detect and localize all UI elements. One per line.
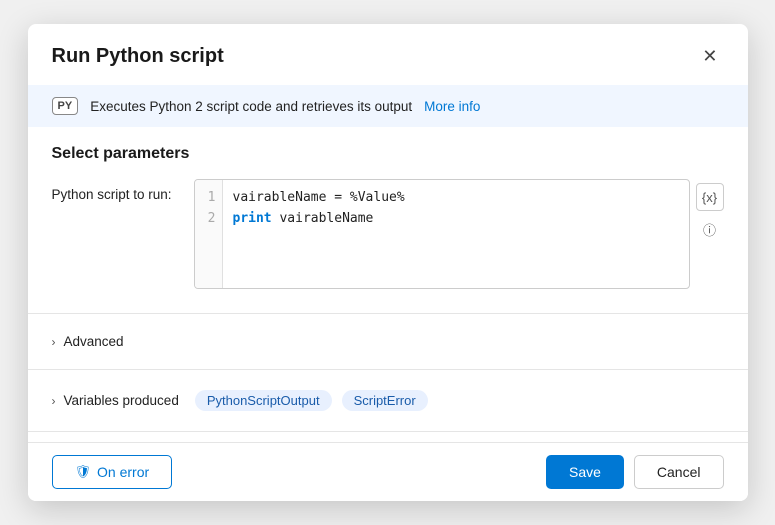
footer-right: Save Cancel: [546, 455, 724, 489]
keyword-print: print: [233, 211, 272, 226]
on-error-label: On error: [97, 464, 149, 480]
divider-1: [28, 313, 748, 314]
var-badge-error[interactable]: ScriptError: [342, 390, 428, 411]
info-banner: PY Executes Python 2 script code and ret…: [28, 85, 748, 127]
editor-wrapper: 1 2 vairableName = %Value% print vairabl…: [194, 179, 724, 289]
var-badge-output[interactable]: PythonScriptOutput: [195, 390, 332, 411]
info-icon-button[interactable]: ⓘ: [696, 215, 724, 243]
dialog-header: Run Python script ✕: [28, 24, 748, 85]
dialog: Run Python script ✕ PY Executes Python 2…: [28, 24, 748, 501]
cancel-button[interactable]: Cancel: [634, 455, 724, 489]
code-content[interactable]: vairableName = %Value% print vairableNam…: [223, 180, 689, 288]
code-lines: 1 2 vairableName = %Value% print vairabl…: [195, 180, 689, 288]
param-label: Python script to run:: [52, 179, 182, 202]
line-numbers: 1 2: [195, 180, 223, 288]
section-title: Select parameters: [52, 145, 724, 163]
more-info-link[interactable]: More info: [424, 99, 480, 114]
dialog-body: Select parameters Python script to run: …: [28, 127, 748, 303]
editor-icons: {x} ⓘ: [696, 179, 724, 243]
code-editor[interactable]: 1 2 vairableName = %Value% print vairabl…: [194, 179, 690, 289]
vars-list: PythonScriptOutput ScriptError: [195, 390, 428, 411]
save-button[interactable]: Save: [546, 455, 624, 489]
variable-icon-button[interactable]: {x}: [696, 183, 724, 211]
code-line-1: vairableName = %Value%: [233, 188, 679, 209]
advanced-chevron: ›: [52, 335, 56, 349]
variables-produced-row[interactable]: › Variables produced PythonScriptOutput …: [28, 380, 748, 421]
divider-3: [28, 431, 748, 432]
divider-2: [28, 369, 748, 370]
code-line-2: print vairableName: [233, 209, 679, 230]
dialog-footer: 🛡 On error Save Cancel: [28, 442, 748, 501]
on-error-button[interactable]: 🛡 On error: [52, 455, 173, 489]
line-num-2: 2: [208, 211, 216, 226]
py-badge: PY: [52, 97, 79, 115]
banner-description: Executes Python 2 script code and retrie…: [90, 99, 412, 114]
advanced-label: Advanced: [64, 334, 124, 349]
advanced-row[interactable]: › Advanced: [28, 324, 748, 359]
dialog-title: Run Python script: [52, 45, 224, 68]
shield-icon: 🛡: [75, 464, 92, 480]
param-row: Python script to run: 1 2 vairableName =…: [52, 179, 724, 289]
variables-chevron: ›: [52, 394, 56, 408]
footer-left: 🛡 On error: [52, 455, 173, 489]
variables-produced-label: Variables produced: [64, 393, 179, 408]
line-num-1: 1: [208, 190, 216, 205]
close-button[interactable]: ✕: [696, 42, 723, 71]
